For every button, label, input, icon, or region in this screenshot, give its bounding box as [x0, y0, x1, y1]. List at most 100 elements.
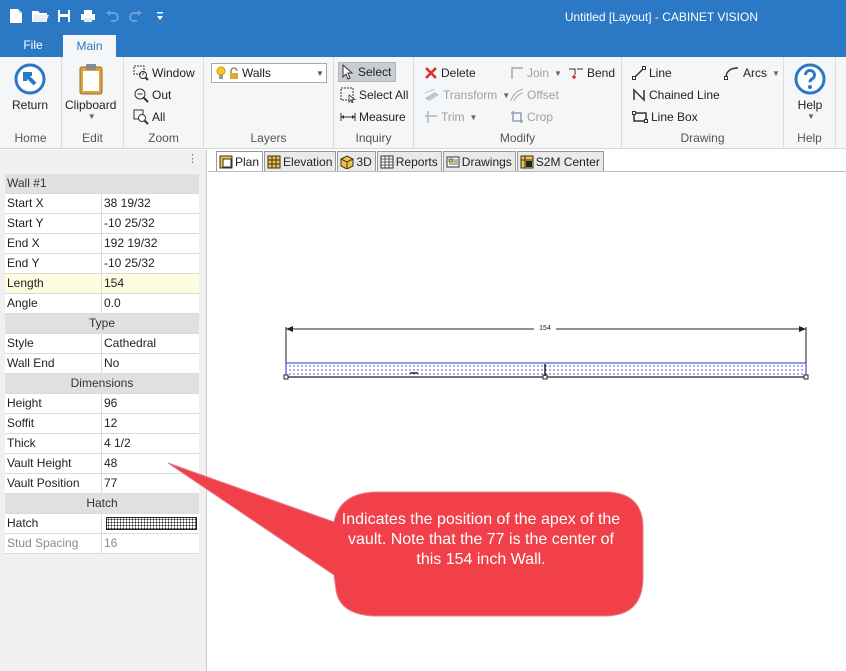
- zoom-out-label: Out: [152, 88, 172, 102]
- property-row-height[interactable]: Height 96: [5, 394, 199, 414]
- select-all-button[interactable]: Select All: [340, 85, 408, 105]
- zoom-all-icon: [133, 109, 149, 125]
- customize-qat-icon[interactable]: [150, 6, 170, 26]
- zoom-all-button[interactable]: All: [133, 107, 165, 127]
- open-folder-icon[interactable]: [30, 6, 50, 26]
- chained-line-button[interactable]: Chained Line: [632, 85, 720, 105]
- property-row-start-x[interactable]: Start X 38 19/32: [5, 194, 199, 214]
- clipboard-icon: [79, 64, 103, 95]
- offset-button[interactable]: Offset: [510, 85, 559, 105]
- line-button[interactable]: Line: [632, 63, 672, 83]
- hatch-swatch-cell[interactable]: [102, 514, 199, 533]
- line-box-button[interactable]: Line Box: [632, 107, 698, 127]
- property-row-hatch[interactable]: Hatch: [5, 514, 199, 534]
- crop-button[interactable]: Crop: [510, 107, 553, 127]
- zoom-window-button[interactable]: Window: [133, 63, 195, 83]
- return-button[interactable]: Return: [12, 63, 48, 112]
- ribbon: Return Home Clipboard ▼ Edit Window Out: [0, 57, 846, 149]
- property-value[interactable]: -10 25/32: [102, 214, 199, 233]
- property-row-start-y[interactable]: Start Y -10 25/32: [5, 214, 199, 234]
- ribbon-group-inquiry: Select Select All Measure Inquiry: [334, 57, 414, 149]
- bend-button[interactable]: Bend: [568, 63, 615, 83]
- help-button[interactable]: Help ▼: [794, 63, 826, 121]
- group-label-home: Home: [14, 131, 47, 145]
- line-icon: [632, 66, 646, 80]
- ribbon-group-help: Help ▼ Help: [784, 57, 836, 149]
- tab-label: Elevation: [283, 154, 333, 169]
- measure-label: Measure: [359, 110, 406, 124]
- tab-reports[interactable]: Reports: [376, 151, 442, 171]
- tab-3d[interactable]: 3D: [337, 151, 376, 171]
- property-value: 16: [102, 534, 199, 553]
- property-value[interactable]: -10 25/32: [102, 254, 199, 273]
- property-name: Height: [5, 394, 102, 413]
- join-icon: [511, 67, 523, 79]
- join-button[interactable]: Join ▼: [510, 63, 562, 83]
- tab-main[interactable]: Main: [63, 34, 116, 57]
- zoom-out-button[interactable]: Out: [133, 85, 171, 105]
- select-label: Select: [358, 65, 392, 79]
- save-icon[interactable]: [54, 6, 74, 26]
- tab-file[interactable]: File: [12, 34, 54, 57]
- property-row-vault-height[interactable]: Vault Height 48: [5, 454, 199, 474]
- clipboard-button[interactable]: Clipboard ▼: [65, 63, 116, 121]
- property-row-angle[interactable]: Angle 0.0: [5, 294, 199, 314]
- tab-label: 3D: [356, 154, 372, 169]
- property-row-wall-end[interactable]: Wall End No: [5, 354, 199, 374]
- property-value[interactable]: 154: [102, 274, 199, 293]
- property-value[interactable]: 192 19/32: [102, 234, 199, 253]
- tab-s2m-center[interactable]: S2M Center: [516, 151, 604, 171]
- title-bar: Untitled [Layout] - CABINET VISION: [0, 0, 846, 34]
- print-icon[interactable]: [78, 6, 98, 26]
- panel-grip-icon[interactable]: ⋮: [187, 152, 198, 165]
- lightbulb-icon: [216, 66, 226, 79]
- property-name: Angle: [5, 294, 102, 313]
- trim-button[interactable]: Trim ▼: [424, 107, 477, 127]
- property-row-end-y[interactable]: End Y -10 25/32: [5, 254, 199, 274]
- chevron-down-icon: ▼: [87, 112, 96, 121]
- undo-icon: [102, 6, 122, 26]
- property-value[interactable]: 77: [102, 474, 199, 493]
- property-row-soffit[interactable]: Soffit 12: [5, 414, 199, 434]
- help-label: Help: [797, 98, 823, 112]
- line-box-label: Line Box: [651, 110, 698, 124]
- property-value[interactable]: No: [102, 354, 199, 373]
- trim-label: Trim: [441, 110, 465, 124]
- redo-icon: [126, 6, 146, 26]
- arcs-button[interactable]: Arcs ▼: [724, 63, 780, 83]
- property-row-vault-position[interactable]: Vault Position 77: [5, 474, 199, 494]
- property-row-style[interactable]: Style Cathedral: [5, 334, 199, 354]
- property-value[interactable]: 38 19/32: [102, 194, 199, 213]
- property-row-length[interactable]: Length 154: [5, 274, 199, 294]
- property-value[interactable]: 96: [102, 394, 199, 413]
- property-value[interactable]: Cathedral: [102, 334, 199, 353]
- select-button[interactable]: Select: [338, 62, 397, 82]
- property-name: Vault Position: [5, 474, 102, 493]
- property-row-thick[interactable]: Thick 4 1/2: [5, 434, 199, 454]
- tab-plan[interactable]: Plan: [216, 151, 264, 171]
- tab-label: Drawings: [461, 154, 512, 169]
- delete-button[interactable]: Delete: [424, 63, 476, 83]
- tab-elevation[interactable]: Elevation: [264, 151, 337, 171]
- cursor-arrow-icon: [342, 64, 354, 80]
- measure-button[interactable]: Measure: [340, 107, 406, 127]
- plan-icon: [219, 155, 233, 168]
- ribbon-group-drawing: Line Chained Line Line Box Arcs ▼ Drawin…: [622, 57, 784, 149]
- property-value[interactable]: 4 1/2: [102, 434, 199, 453]
- layer-select[interactable]: Walls ▼: [211, 63, 327, 83]
- s2m-center-icon: [520, 155, 534, 168]
- tab-drawings[interactable]: Drawings: [442, 151, 516, 171]
- property-value[interactable]: 48: [102, 454, 199, 473]
- property-row-end-x[interactable]: End X 192 19/32: [5, 234, 199, 254]
- property-value[interactable]: 0.0: [102, 294, 199, 313]
- property-name: Start X: [5, 194, 102, 213]
- new-document-icon[interactable]: [6, 6, 26, 26]
- property-name: Start Y: [5, 214, 102, 233]
- select-all-label: Select All: [359, 88, 409, 102]
- reports-icon: [380, 155, 394, 168]
- drawing-canvas[interactable]: [208, 171, 846, 671]
- clipboard-label: Clipboard: [65, 98, 117, 112]
- property-value[interactable]: 12: [102, 414, 199, 433]
- return-label: Return: [12, 98, 49, 112]
- transform-button[interactable]: Transform ▼: [424, 85, 510, 105]
